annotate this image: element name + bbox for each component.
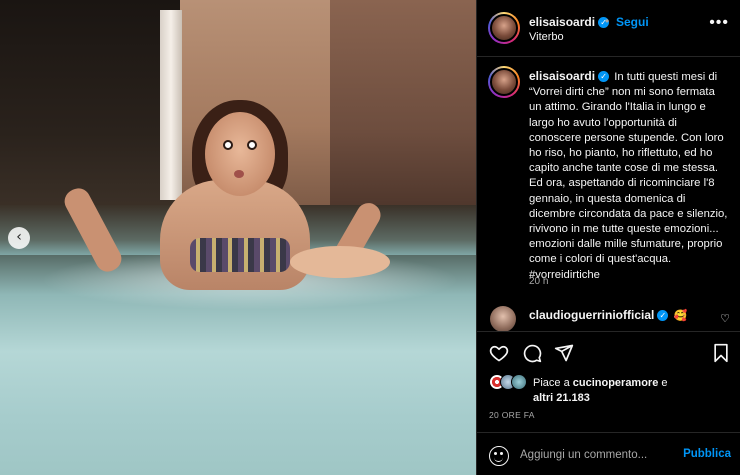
post-caption: elisaisoardi ✓ In tutti questi mesi di “V… [529,69,729,283]
person-knee [290,246,390,278]
comment-input[interactable] [520,443,670,467]
person-eye [223,140,233,150]
person-mouth [234,170,244,178]
liker-avatars[interactable] [489,374,533,392]
post-location[interactable]: Viterbo [529,31,564,43]
author-avatar[interactable] [488,12,520,44]
comment-bubble-icon[interactable] [522,343,542,363]
photo-background-pole [160,10,182,200]
caption-username[interactable]: elisaisoardi ✓ [529,69,610,83]
post-photo[interactable]: ‹ [0,0,476,475]
photo-background-wall [330,0,476,220]
likes-summary[interactable]: Piace a cucinoperamore e altri 21.183 [533,376,723,406]
post-date: 20 ORE FA [489,410,535,420]
publish-button[interactable]: Pubblica [683,448,731,460]
comment-text: 🥰 [673,310,688,322]
person-top [190,238,290,272]
post-header: elisaisoardi ✓ • Segui Viterbo ••• [477,0,740,57]
liker-username[interactable]: cucinoperamore [573,377,659,389]
verified-badge-icon: ✓ [598,71,610,83]
verified-badge-icon: ✓ [657,310,669,322]
person-eye [247,140,257,150]
comment-like-icon[interactable]: ♡ [720,312,730,325]
person-body [160,180,310,290]
comment-item: claudioguerriniofficial ✓ 🥰 [529,308,687,322]
caption-text: In tutti questi mesi di “Vorrei dirti ch… [529,71,728,281]
add-comment-bar: Pubblica [477,432,740,475]
author-username[interactable]: elisaisoardi ✓ [529,15,610,29]
caption-author-avatar[interactable] [488,66,520,98]
previous-photo-button[interactable]: ‹ [8,227,30,249]
caption-timestamp: 20 h [529,276,549,287]
comment-username[interactable]: claudioguerriniofficial ✓ [529,308,669,322]
person-face [205,112,275,196]
follow-button[interactable]: Segui [616,15,649,29]
like-heart-icon[interactable] [489,343,509,363]
more-options-button[interactable]: ••• [709,14,729,32]
post-actions: Piace a cucinoperamore e altri 21.183 20… [477,331,740,475]
separator-dot: • [605,14,610,28]
save-bookmark-icon[interactable] [712,343,730,363]
emoji-picker-icon[interactable] [489,446,509,466]
liker-avatar [511,374,527,390]
share-send-icon[interactable] [554,343,574,363]
commenter-avatar[interactable] [490,306,516,332]
post-sidebar: elisaisoardi ✓ • Segui Viterbo ••• elisai… [476,0,740,475]
likes-count[interactable]: altri 21.183 [533,392,590,404]
